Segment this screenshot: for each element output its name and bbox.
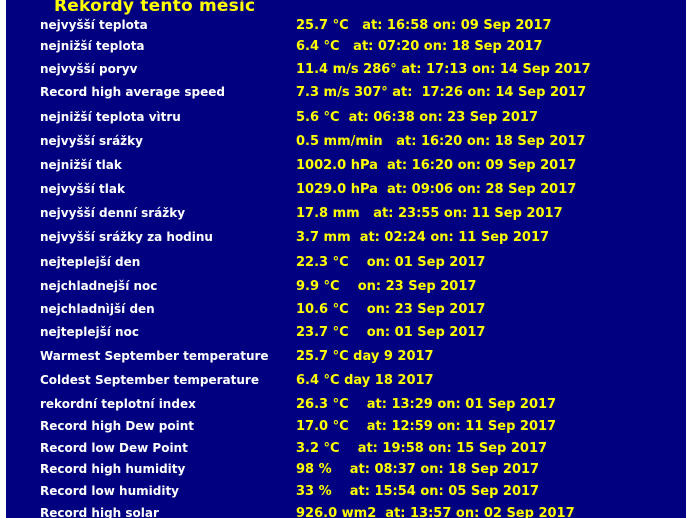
record-row: Record high solar 926.0 wm2 at: 13:57 on… [6, 506, 686, 518]
record-label: nejvyšší denní srážky [40, 206, 186, 220]
record-label: Record high Dew point [40, 419, 194, 433]
record-row: nejchladnejší noc 9.9 °C on: 23 Sep 2017 [6, 279, 686, 299]
record-label: Coldest September temperature [40, 373, 259, 387]
record-value: 926.0 wm2 at: 13:57 on: 02 Sep 2017 [296, 506, 575, 518]
record-row: nejteplejší den 22.3 °C on: 01 Sep 2017 [6, 255, 686, 275]
page-title: Rekordy tento měsíc [54, 0, 256, 16]
record-value: 7.3 m/s 307° at: 17:26 on: 14 Sep 2017 [296, 85, 587, 100]
record-value: 25.7 °C at: 16:58 on: 09 Sep 2017 [296, 18, 552, 33]
record-row: Record high humidity 98 % at: 08:37 on: … [6, 462, 686, 482]
record-value: 10.6 °C on: 23 Sep 2017 [296, 302, 486, 317]
record-label: rekordní teplotní index [40, 397, 196, 411]
record-row: nejnižší teplota 6.4 °C at: 07:20 on: 18… [6, 39, 686, 59]
record-row: Warmest September temperature 25.7 °C da… [6, 349, 686, 369]
record-row: nejvyšší srážky 0.5 mm/min at: 16:20 on:… [6, 134, 686, 154]
record-value: 3.2 °C at: 19:58 on: 15 Sep 2017 [296, 441, 548, 456]
record-value: 98 % at: 08:37 on: 18 Sep 2017 [296, 462, 540, 477]
record-value: 17.0 °C at: 12:59 on: 11 Sep 2017 [296, 419, 557, 434]
record-row: Record low Dew Point 3.2 °C at: 19:58 on… [6, 441, 686, 461]
record-row: Record high Dew point 17.0 °C at: 12:59 … [6, 419, 686, 439]
record-row: nejnižší tlak 1002.0 hPa at: 16:20 on: 0… [6, 158, 686, 178]
record-label: Record low Dew Point [40, 441, 188, 455]
record-label: nejnižší teplota vìtru [40, 110, 181, 124]
record-row: nejvyšší srážky za hodinu 3.7 mm at: 02:… [6, 230, 686, 250]
record-row: nejvyšší tlak 1029.0 hPa at: 09:06 on: 2… [6, 182, 686, 202]
record-label: nejvyšší srážky za hodinu [40, 230, 213, 244]
record-row: nejchladnìjší den 10.6 °C on: 23 Sep 201… [6, 302, 686, 322]
record-row: rekordní teplotní index 26.3 °C at: 13:2… [6, 397, 686, 417]
record-label: nejvyšší tlak [40, 182, 125, 196]
record-label: nejteplejší noc [40, 325, 139, 339]
record-value: 26.3 °C at: 13:29 on: 01 Sep 2017 [296, 397, 557, 412]
record-row: nejvyšší poryv 11.4 m/s 286° at: 17:13 o… [6, 62, 686, 82]
record-value: 17.8 mm at: 23:55 on: 11 Sep 2017 [296, 206, 563, 221]
record-label: nejnižší tlak [40, 158, 122, 172]
record-row: nejvyšší teplota 25.7 °C at: 16:58 on: 0… [6, 18, 686, 38]
record-label: Warmest September temperature [40, 349, 269, 363]
records-panel: Rekordy tento měsíc nejvyšší teplota 25.… [6, 0, 686, 518]
record-label: nejchladnìjší den [40, 302, 155, 316]
record-value: 9.9 °C on: 23 Sep 2017 [296, 279, 477, 294]
record-value: 0.5 mm/min at: 16:20 on: 18 Sep 2017 [296, 134, 586, 149]
record-row: nejteplejší noc 23.7 °C on: 01 Sep 2017 [6, 325, 686, 345]
record-value: 11.4 m/s 286° at: 17:13 on: 14 Sep 2017 [296, 62, 591, 77]
record-value: 5.6 °C at: 06:38 on: 23 Sep 2017 [296, 110, 538, 125]
record-label: Record high solar [40, 506, 159, 518]
record-row: Coldest September temperature 6.4 °C day… [6, 373, 686, 393]
record-label: nejnižší teplota [40, 39, 145, 53]
record-label: nejteplejší den [40, 255, 141, 269]
record-value: 1002.0 hPa at: 16:20 on: 09 Sep 2017 [296, 158, 577, 173]
record-value: 3.7 mm at: 02:24 on: 11 Sep 2017 [296, 230, 550, 245]
record-value: 22.3 °C on: 01 Sep 2017 [296, 255, 486, 270]
record-value: 23.7 °C on: 01 Sep 2017 [296, 325, 486, 340]
record-row: Record high average speed 7.3 m/s 307° a… [6, 85, 686, 105]
record-row: nejvyšší denní srážky 17.8 mm at: 23:55 … [6, 206, 686, 226]
record-row: Record low humidity 33 % at: 15:54 on: 0… [6, 484, 686, 504]
record-label: nejvyšší teplota [40, 18, 148, 32]
record-label: Record low humidity [40, 484, 180, 498]
record-label: nejchladnejší noc [40, 279, 158, 293]
record-value: 6.4 °C at: 07:20 on: 18 Sep 2017 [296, 39, 543, 54]
record-label: nejvyšší srážky [40, 134, 143, 148]
record-value: 1029.0 hPa at: 09:06 on: 28 Sep 2017 [296, 182, 577, 197]
record-label: nejvyšší poryv [40, 62, 138, 76]
record-label: Record high average speed [40, 85, 225, 99]
record-value: 25.7 °C day 9 2017 [296, 349, 434, 364]
record-row: nejnižší teplota vìtru 5.6 °C at: 06:38 … [6, 110, 686, 130]
record-value: 6.4 °C day 18 2017 [296, 373, 434, 388]
record-value: 33 % at: 15:54 on: 05 Sep 2017 [296, 484, 540, 499]
record-label: Record high humidity [40, 462, 186, 476]
